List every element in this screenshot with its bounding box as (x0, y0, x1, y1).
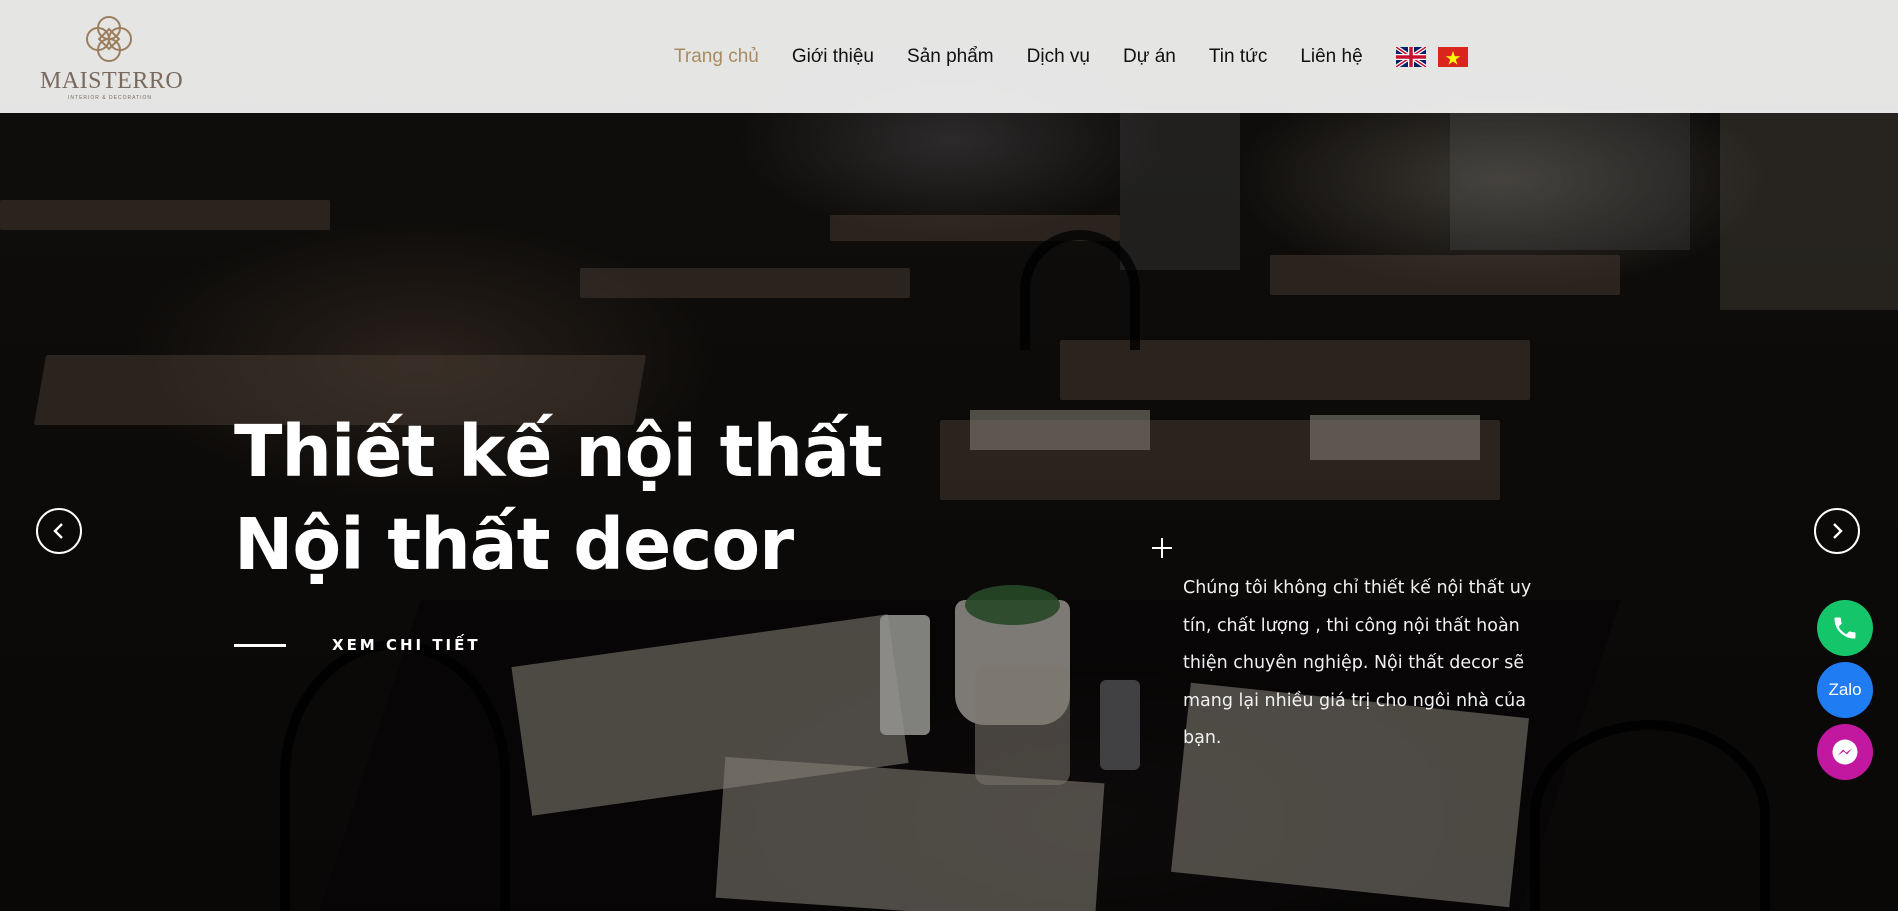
view-details-button[interactable]: XEM CHI TIẾT (234, 636, 481, 654)
cta-line-decoration (234, 643, 286, 647)
brand-logo[interactable]: MAISTERRO INTERIOR & DECORATION (40, 12, 184, 104)
nav-item-dich-vu[interactable]: Dịch vụ (1027, 46, 1090, 68)
messenger-contact-button[interactable] (1817, 724, 1873, 780)
brand-tagline: INTERIOR & DECORATION (68, 95, 152, 101)
cta-label: XEM CHI TIẾT (332, 636, 481, 654)
nav-item-gioi-thieu[interactable]: Giới thiệu (792, 46, 874, 68)
nav-item-tin-tuc[interactable]: Tin tức (1209, 46, 1267, 68)
site-header: MAISTERRO INTERIOR & DECORATION Trang ch… (0, 0, 1898, 113)
chevron-left-icon (53, 523, 63, 539)
brand-name: MAISTERRO (40, 68, 184, 94)
phone-contact-button[interactable] (1817, 600, 1873, 656)
chevron-right-icon (1833, 523, 1843, 539)
main-nav: Trang chủ Giới thiệu Sản phẩm Dịch vụ Dự… (674, 42, 1480, 72)
brand-logo-mark-icon (86, 16, 132, 62)
zalo-label: Zalo (1828, 680, 1862, 699)
hero-description: Chúng tôi không chỉ thiết kế nội thất uy… (1183, 578, 1532, 748)
hero-title-line2: Nội thất decor (234, 503, 794, 586)
hero-title-line1: Thiết kế nội thất (234, 410, 883, 493)
phone-icon (1834, 617, 1856, 639)
vietnam-flag-icon[interactable] (1437, 47, 1468, 67)
nav-item-lien-he[interactable]: Liên hệ (1300, 46, 1362, 68)
slider-prev-button[interactable] (36, 508, 82, 554)
uk-flag-icon[interactable] (1395, 47, 1426, 67)
nav-item-trang-chu[interactable]: Trang chủ (674, 46, 759, 68)
nav-item-du-an[interactable]: Dự án (1123, 46, 1176, 68)
plus-icon (1150, 536, 1174, 560)
slider-next-button[interactable] (1814, 508, 1860, 554)
zalo-contact-button[interactable]: Zalo (1817, 662, 1873, 718)
nav-item-san-pham[interactable]: Sản phẩm (907, 46, 994, 68)
messenger-icon (1832, 739, 1858, 765)
hero-title: Thiết kế nội thất Nội thất decor (234, 405, 954, 591)
